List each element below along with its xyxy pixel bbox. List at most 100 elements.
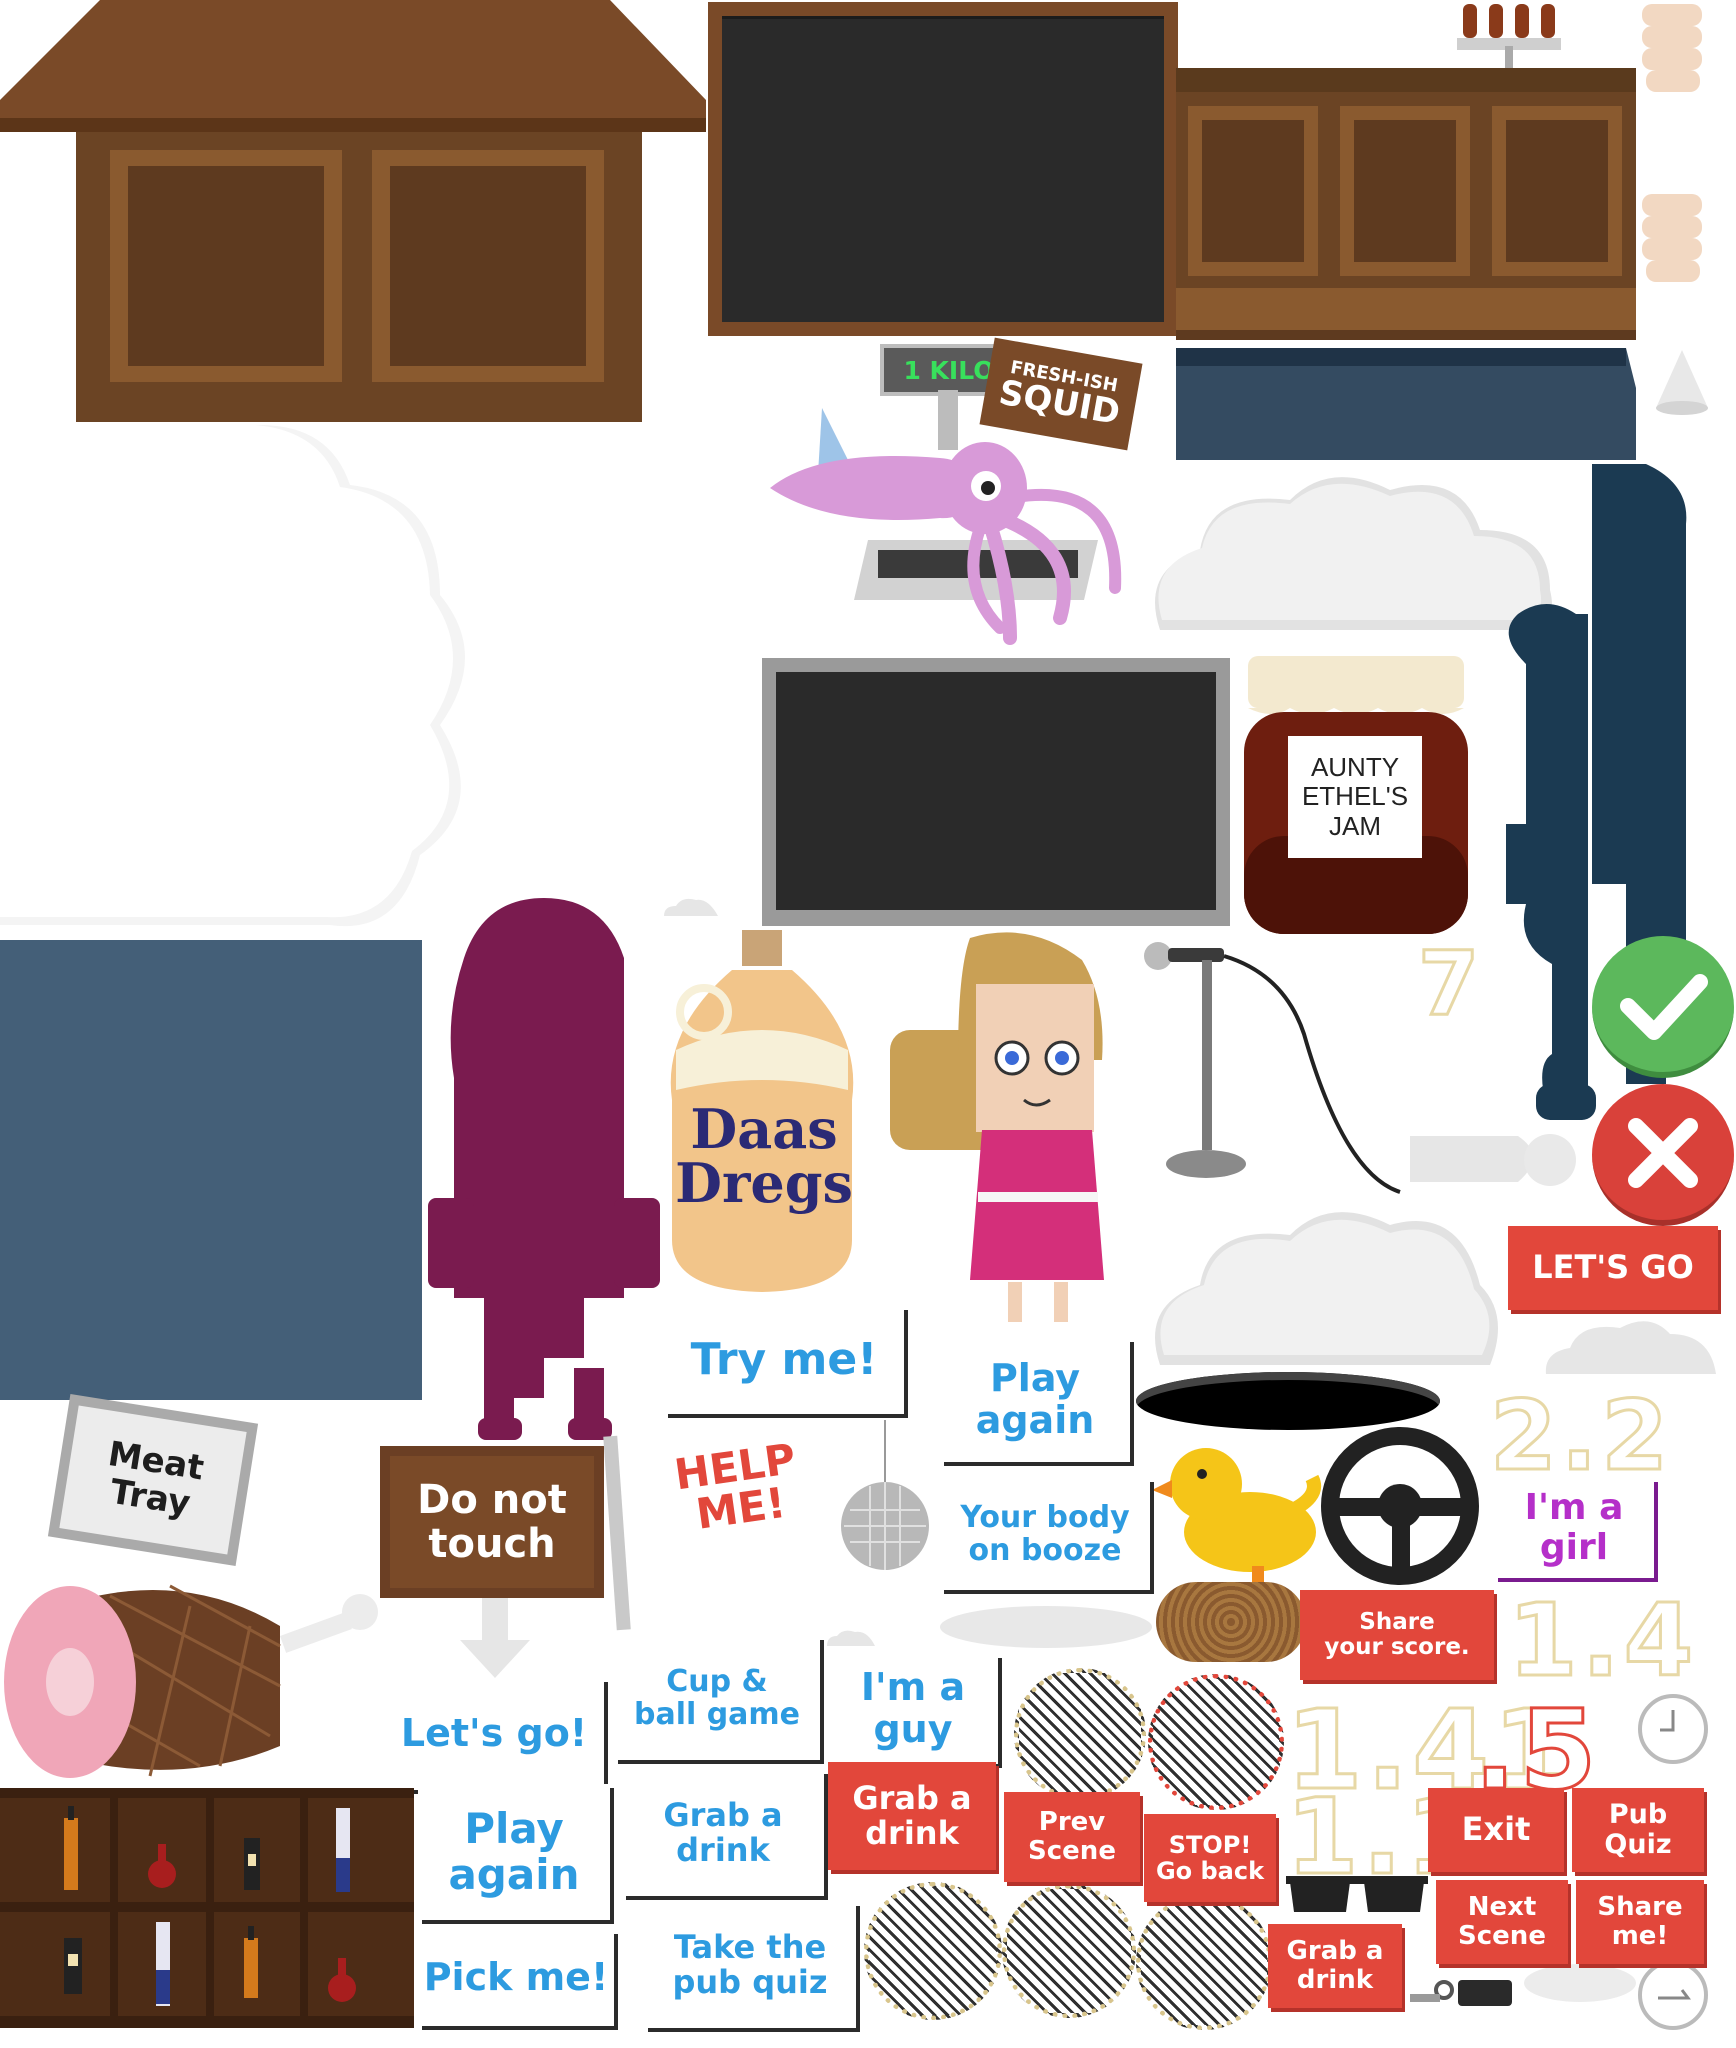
cue-ball-sprite <box>1408 1126 1578 1192</box>
play-again-button-bottom[interactable]: Play again <box>418 1784 610 1920</box>
plate-shadow-sprite <box>940 1606 1152 1648</box>
next-scene-button[interactable]: Next Scene <box>1436 1880 1568 1964</box>
stop-go-back-button-line1: STOP! <box>1168 1830 1252 1859</box>
pub-quiz-button-line1: Pub <box>1608 1799 1668 1831</box>
fist-sprite-top <box>1636 0 1708 96</box>
im-a-guy-button-line1: I'm a <box>860 1665 966 1710</box>
lets-go-red-button[interactable]: LET'S GO <box>1508 1226 1718 1310</box>
play-again-button-bottom-line1: Play <box>464 1803 564 1853</box>
jam-label-line2: ETHEL'S <box>1301 781 1409 812</box>
share-score-button[interactable]: Share your score. <box>1300 1590 1494 1680</box>
small-cloud-sprite-1 <box>1540 1312 1720 1378</box>
microphone-icon <box>1144 934 1414 1204</box>
grab-a-drink-red-button-2-line2: drink <box>1296 1965 1374 1995</box>
jam-label-line3: JAM <box>1329 810 1381 841</box>
small-cloud-sprite-2 <box>662 896 722 918</box>
im-a-guy-button-line2: guy <box>873 1707 953 1751</box>
jam-label-line1: AUNTY <box>1310 752 1400 783</box>
grab-a-drink-white-button-line2: drink <box>676 1831 770 1869</box>
numeral-1-4: 1.4 <box>1506 1581 1698 1701</box>
lets-go-white-button[interactable]: Let's go! <box>384 1678 604 1790</box>
take-the-pub-quiz-button-line1: Take the <box>673 1927 827 1966</box>
pole-sprite <box>603 1435 631 1631</box>
do-not-touch-sign-line2: touch <box>428 1521 556 1567</box>
prev-scene-button[interactable]: Prev Scene <box>1004 1792 1140 1882</box>
play-again-button-top-line2: again <box>975 1398 1095 1442</box>
play-again-button-top[interactable]: Play again <box>940 1338 1130 1462</box>
exit-button-label: Exit <box>1461 1810 1531 1849</box>
cup-ball-game-button[interactable]: Cup & ball game <box>614 1636 820 1760</box>
grab-a-drink-red-button[interactable]: Grab a drink <box>828 1762 996 1870</box>
share-score-button-line2: your score. <box>1324 1634 1470 1660</box>
plum-character-sprite <box>424 898 666 1446</box>
try-me-button-label: Try me! <box>690 1333 878 1385</box>
grab-a-drink-red-button-2[interactable]: Grab a drink <box>1268 1924 1402 2008</box>
prev-scene-button-line2: Scene <box>1028 1836 1116 1866</box>
scale-display-text: 1 KILO <box>903 355 995 385</box>
grab-a-drink-white-button[interactable]: Grab a drink <box>622 1770 824 1896</box>
share-me-button-line1: Share <box>1597 1892 1683 1923</box>
squid-sprite <box>760 388 1140 648</box>
chalkboard-sprite <box>708 2 1178 336</box>
checkmark-icon[interactable] <box>1592 936 1734 1078</box>
cup-ball-game-button-line2: ball game <box>633 1697 801 1732</box>
try-me-button[interactable]: Try me! <box>664 1306 904 1414</box>
hole-shadow-sprite <box>1136 1372 1440 1430</box>
bar-back-shelf-sprite <box>1144 68 1686 468</box>
girl-character-sprite <box>866 930 1146 1340</box>
keys-icon <box>1404 1960 1524 2020</box>
your-body-on-booze-button-line1: Your body <box>960 1500 1130 1535</box>
sunglasses-icon <box>1286 1876 1428 1916</box>
share-score-button-line1: Share <box>1359 1608 1435 1635</box>
your-body-on-booze-button[interactable]: Your body on booze <box>940 1478 1150 1590</box>
play-again-button-top-line1: Play <box>989 1356 1081 1401</box>
help-me-text: HELP ME! <box>663 1434 813 1540</box>
clock-icon-2 <box>1638 1960 1708 2030</box>
grab-a-drink-white-button-line1: Grab a <box>663 1795 783 1834</box>
pub-quiz-button[interactable]: Pub Quiz <box>1572 1788 1704 1872</box>
im-a-girl-button[interactable]: I'm a girl <box>1494 1478 1654 1578</box>
tv-screen-sprite <box>762 658 1230 926</box>
cross-icon[interactable] <box>1592 1084 1734 1226</box>
large-cloud-sprite <box>0 425 490 935</box>
share-me-button[interactable]: Share me! <box>1576 1880 1704 1964</box>
scribble-circle-2 <box>1148 1674 1284 1810</box>
grab-a-drink-red-button-line2: drink <box>865 1814 959 1852</box>
tap-handles-sprite <box>1455 0 1565 70</box>
your-body-on-booze-button-line2: on booze <box>968 1533 1122 1568</box>
jam-label: AUNTY ETHEL'S JAM <box>1288 736 1422 858</box>
take-the-pub-quiz-button-line2: pub quiz <box>672 1963 828 2001</box>
pub-quiz-button-line2: Quiz <box>1604 1829 1672 1860</box>
grab-a-drink-red-button-2-line1: Grab a <box>1286 1936 1384 1967</box>
grab-a-drink-red-button-line1: Grab a <box>852 1778 972 1817</box>
share-me-button-line2: me! <box>1611 1921 1669 1951</box>
pick-me-button[interactable]: Pick me! <box>418 1930 614 2026</box>
disco-ball-icon <box>830 1420 940 1570</box>
duck-icon <box>1152 1428 1322 1584</box>
scribble-circle-5 <box>1136 1894 1272 2030</box>
meat-tray-sign: Meat Tray <box>47 1394 259 1566</box>
next-scene-button-line1: Next <box>1467 1892 1537 1923</box>
stop-go-back-button[interactable]: STOP! Go back <box>1144 1814 1276 1902</box>
cone-sprite <box>1652 350 1712 416</box>
stop-go-back-button-line2: Go back <box>1155 1857 1265 1885</box>
jug-label-line2: Dregs <box>675 1151 853 1215</box>
jug-label-line1: Daas <box>690 1097 838 1161</box>
slate-panel-sprite <box>0 940 422 1400</box>
small-cloud-sprite-3 <box>825 1628 877 1648</box>
cloud-sprite-middle <box>1140 1195 1510 1375</box>
nest-sprite <box>1156 1582 1306 1662</box>
lets-go-white-button-label: Let's go! <box>400 1711 588 1756</box>
prev-scene-button-line1: Prev <box>1038 1807 1106 1838</box>
im-a-girl-button-line1: I'm a <box>1524 1487 1624 1529</box>
take-the-pub-quiz-button[interactable]: Take the pub quiz <box>644 1902 856 2028</box>
scribble-circle-3 <box>864 1882 1002 2020</box>
steering-wheel-icon[interactable] <box>1320 1426 1480 1586</box>
im-a-guy-button[interactable]: I'm a guy <box>828 1654 998 1764</box>
do-not-touch-sign: Do not touch <box>380 1446 604 1598</box>
numeral-7: 7 <box>1416 931 1484 1037</box>
scribble-circle-1 <box>1014 1668 1146 1800</box>
exit-button[interactable]: Exit <box>1428 1788 1564 1872</box>
arrow-down-icon <box>460 1598 530 1678</box>
bar-counter-sprite <box>0 0 710 425</box>
